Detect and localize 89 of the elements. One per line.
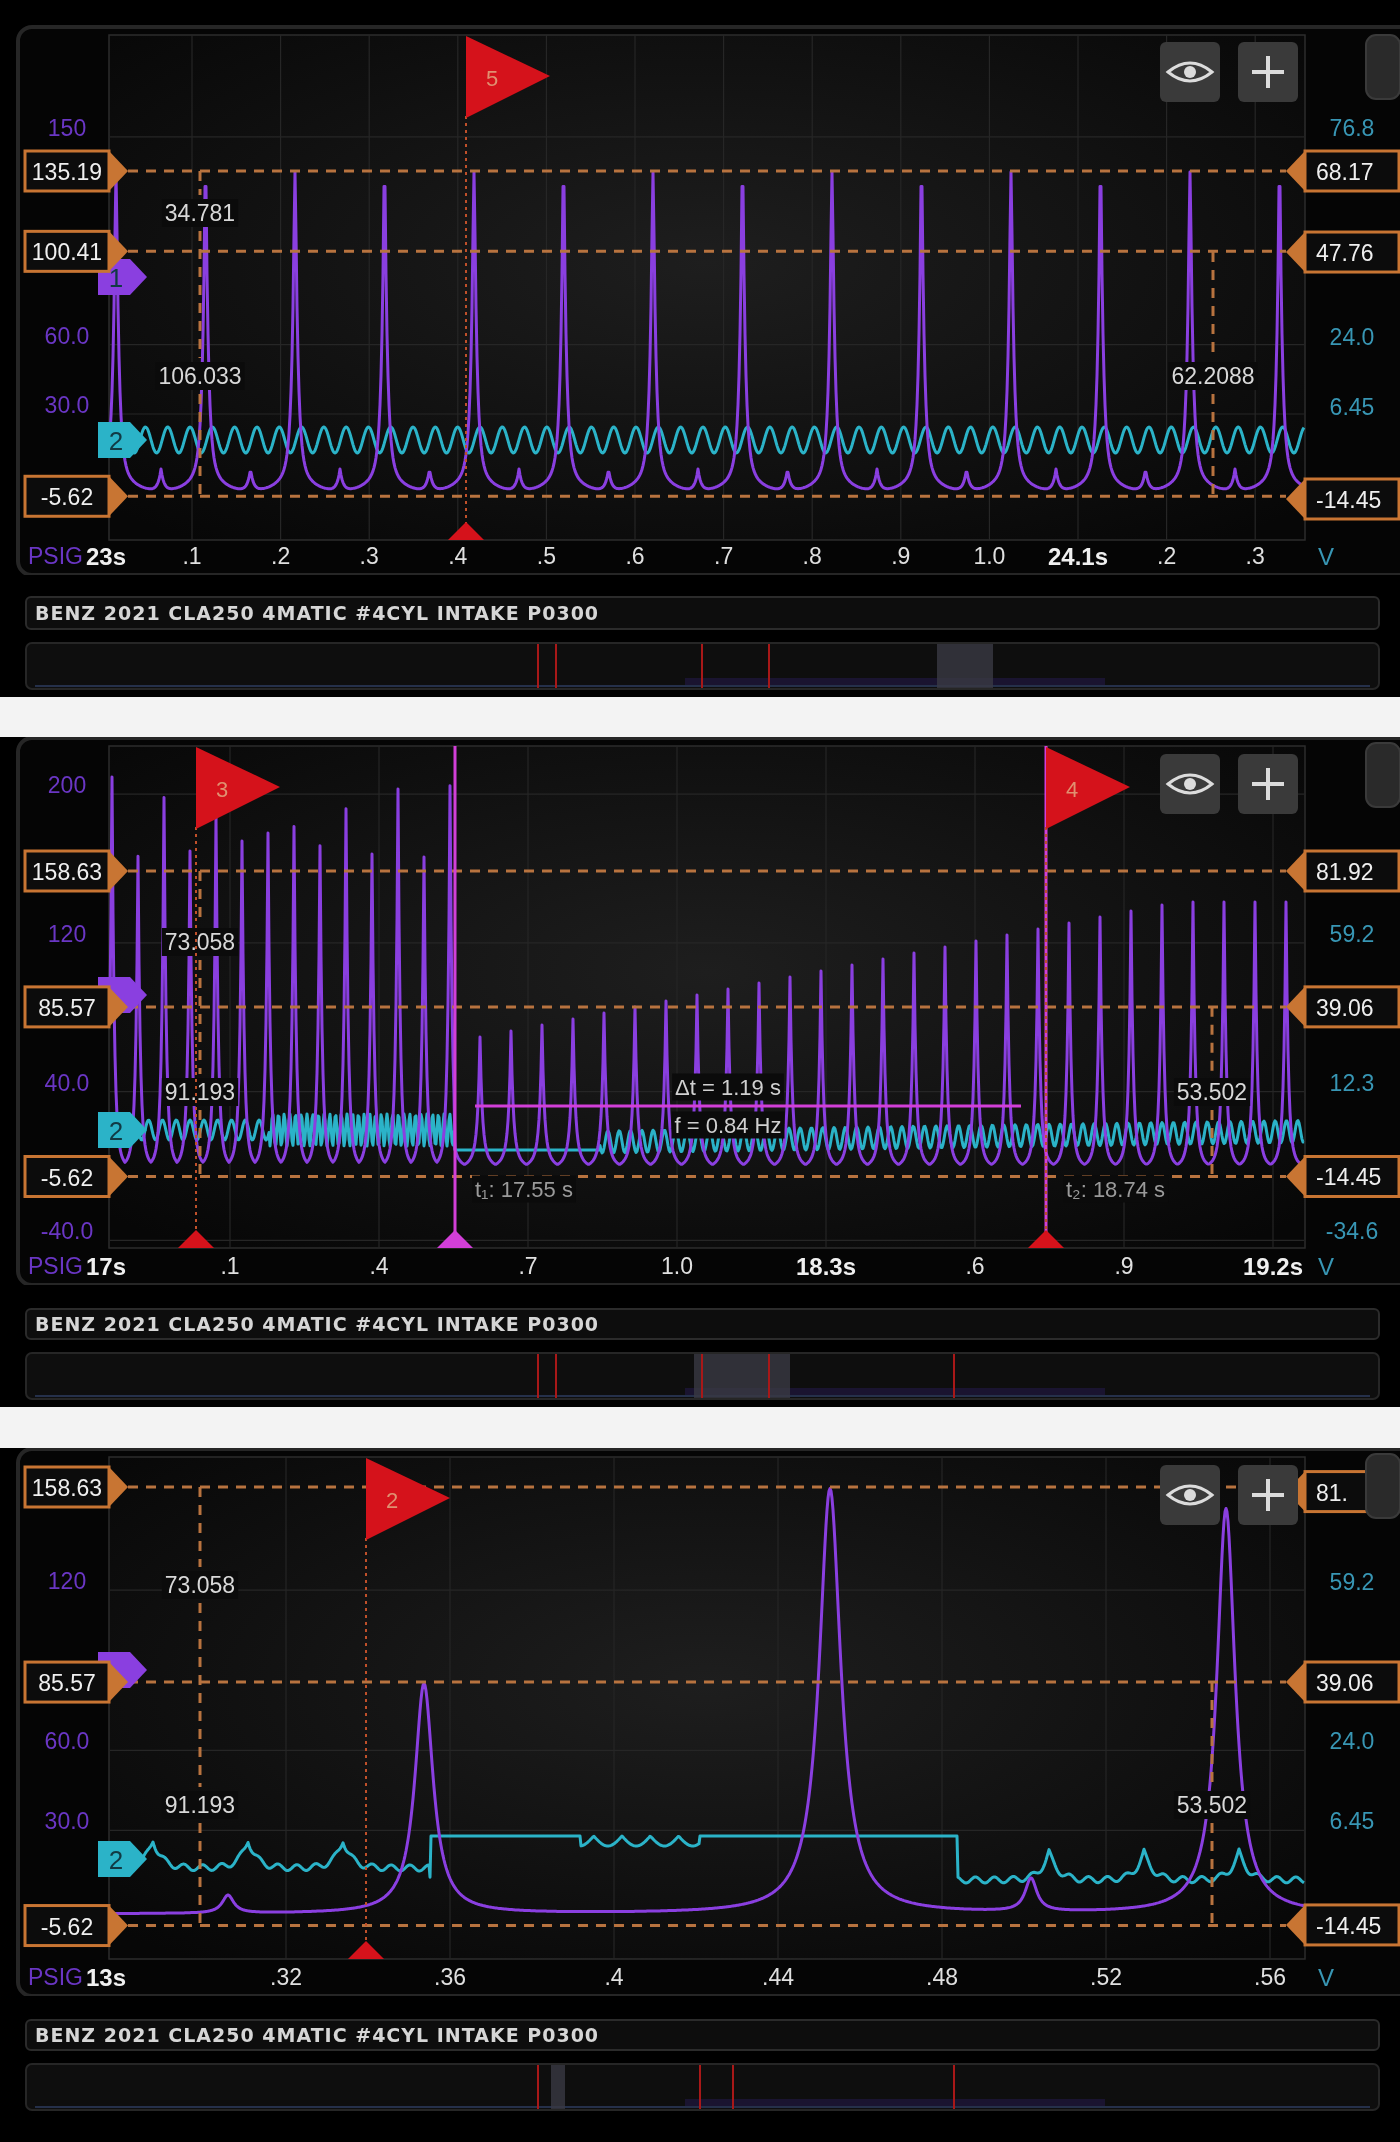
axis-tick-label: .7	[714, 543, 734, 569]
axis-tick-label: 6.45	[1329, 394, 1375, 421]
time-cursor-handle[interactable]	[437, 1230, 473, 1248]
add-button[interactable]	[1238, 42, 1298, 102]
measurement-value: 91.193	[161, 1078, 239, 1106]
visibility-button[interactable]	[1160, 1465, 1220, 1525]
scroll-handle[interactable]	[1365, 1453, 1400, 1519]
marker-handle[interactable]	[1028, 1230, 1064, 1248]
axis-tick-label: 24.0	[1329, 1728, 1375, 1755]
axis-tick-label: .9	[891, 543, 911, 569]
axis-quantity-label: PSIG	[28, 543, 83, 569]
axis-tick-label: .36	[434, 1964, 466, 1990]
measurement-value: 73.058	[161, 928, 239, 956]
axis-tick-label: .3	[1245, 543, 1265, 569]
axis-tick-label: .7	[518, 1253, 538, 1279]
axis-unit-label: V	[1318, 1963, 1334, 1991]
measurement-value: 53.502	[1173, 1078, 1251, 1106]
channel-marker[interactable]: 2	[98, 1112, 147, 1148]
axis-unit-label: V	[1318, 542, 1334, 570]
axis-tick-label: .52	[1090, 1964, 1122, 1990]
axis-tick-label: 59.2	[1329, 1568, 1375, 1595]
eye-icon	[1166, 773, 1214, 795]
axis-tick-label: 12.3	[1329, 1069, 1375, 1096]
scroll-handle[interactable]	[1365, 34, 1400, 100]
axis-tick-label: 30.0	[44, 1808, 90, 1835]
axis-tick-label: .8	[802, 543, 822, 569]
axis-tick-label: 150	[47, 114, 87, 141]
axis-unit-label: V	[1318, 1252, 1334, 1280]
axis-tick-label: 59.2	[1329, 921, 1375, 947]
measurement-value: 91.193	[161, 1791, 239, 1819]
recording-title: BENZ 2021 CLA250 4MATIC #4CYL INTAKE P0300	[35, 1313, 600, 1335]
axis-quantity-label: PSIG	[28, 1964, 83, 1990]
axis-tick-label: .48	[926, 1964, 958, 1990]
axis-tick-label: 24.0	[1329, 324, 1375, 351]
delta-time-label: Δt = 1.19 s	[672, 1073, 784, 1101]
axis-tick-label: 1.0	[973, 543, 1006, 569]
eye-icon	[1166, 61, 1214, 83]
axis-quantity-label: PSIG	[28, 1253, 83, 1279]
axis-tick-label: 19.2s	[1242, 1252, 1304, 1280]
axis-tick-label: .32	[270, 1964, 302, 1990]
axis-tick-label: 24.1s	[1047, 542, 1109, 570]
eye-icon	[1166, 1484, 1214, 1506]
axis-tick-label: 23s	[86, 542, 127, 570]
axis-tick-label: 200	[47, 772, 87, 799]
axis-tick-label: .5	[536, 543, 556, 569]
axis-tick-label: .4	[448, 543, 468, 569]
axis-tick-label: .2	[1157, 543, 1177, 569]
recording-title: BENZ 2021 CLA250 4MATIC #4CYL INTAKE P0300	[35, 2024, 600, 2046]
recording-title: BENZ 2021 CLA250 4MATIC #4CYL INTAKE P0300	[35, 602, 600, 624]
axis-tick-label: .2	[271, 543, 291, 569]
axis-tick-label: .6	[625, 543, 645, 569]
axis-tick-label: 1.0	[661, 1253, 693, 1279]
plus-icon	[1252, 768, 1284, 800]
axis-tick-label: .6	[965, 1253, 985, 1279]
axis-tick-label: 120	[47, 1568, 87, 1595]
axis-tick-label: -40.0	[40, 1218, 94, 1245]
axis-tick-label: .44	[762, 1964, 794, 1990]
plus-icon	[1252, 1479, 1284, 1511]
axis-tick-label: .3	[359, 543, 379, 569]
visibility-button[interactable]	[1160, 754, 1220, 814]
add-button[interactable]	[1238, 1465, 1298, 1525]
marker-handle[interactable]	[178, 1230, 214, 1248]
axis-tick-label: 76.8	[1329, 114, 1375, 141]
axis-tick-label: 60.0	[44, 322, 90, 349]
axis-tick-label: .4	[369, 1253, 389, 1279]
axis-tick-label: .56	[1254, 1964, 1286, 1990]
axis-tick-label: 120	[47, 920, 87, 947]
axis-tick-label: 6.45	[1329, 1808, 1375, 1835]
channel-marker[interactable]: 2	[98, 422, 147, 458]
axis-tick-label: 60.0	[44, 1728, 90, 1755]
channel-marker[interactable]: 2	[98, 1841, 147, 1877]
add-button[interactable]	[1238, 754, 1298, 814]
visibility-button[interactable]	[1160, 42, 1220, 102]
axis-tick-label: .1	[182, 543, 202, 569]
axis-tick-label: .9	[1114, 1253, 1134, 1279]
axis-tick-label: .4	[604, 1964, 624, 1990]
axis-tick-label: 18.3s	[795, 1252, 857, 1280]
axis-tick-label: 17s	[86, 1252, 127, 1280]
frequency-label: f = 0.84 Hz	[671, 1111, 785, 1139]
cursor-time-label: t₁: 17.55 s	[472, 1175, 576, 1203]
scroll-handle[interactable]	[1365, 742, 1400, 808]
plus-icon	[1252, 56, 1284, 88]
axis-tick-label: .1	[220, 1253, 240, 1279]
axis-tick-label: 40.0	[44, 1069, 90, 1096]
axis-tick-label: 30.0	[44, 392, 90, 418]
axis-tick-label: -34.6	[1325, 1218, 1379, 1245]
marker-handle[interactable]	[348, 1941, 384, 1959]
axis-tick-label: 13s	[86, 1963, 127, 1991]
marker-handle[interactable]	[448, 522, 484, 540]
